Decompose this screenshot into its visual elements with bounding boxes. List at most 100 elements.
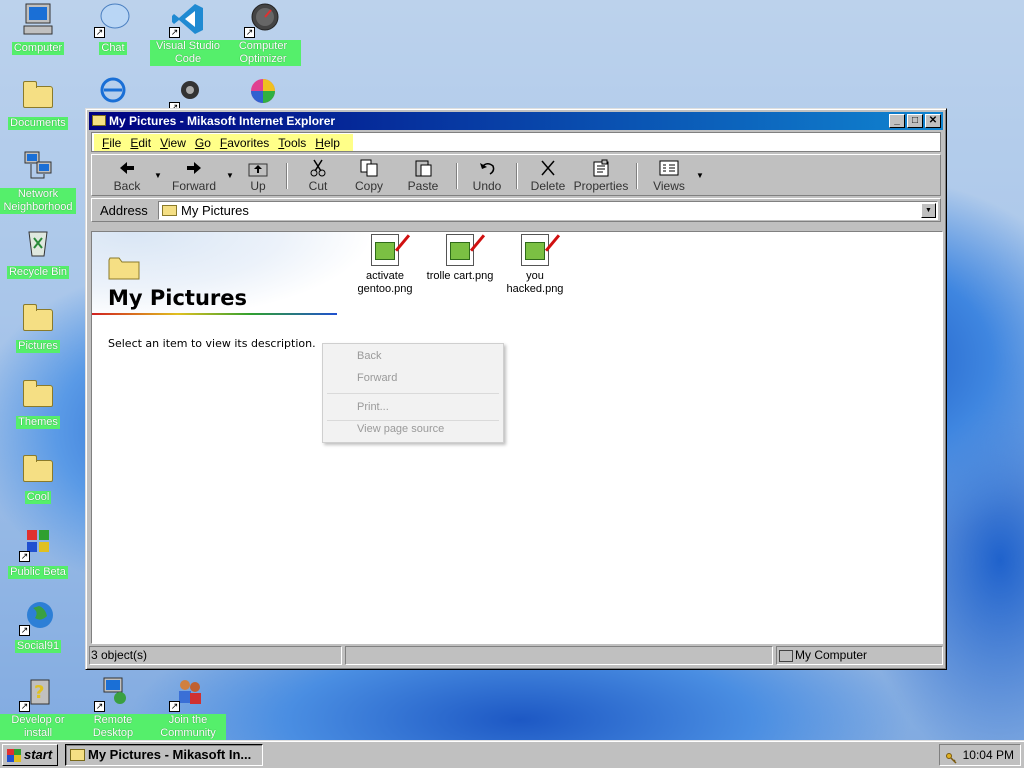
- desktop-icon-computer-optimizer[interactable]: ↗ Computer Optimizer: [225, 2, 301, 66]
- desktop-icon-chat[interactable]: ↗ Chat: [75, 2, 151, 55]
- back-arrow-icon: [117, 159, 137, 177]
- address-dropdown-button[interactable]: ▼: [921, 203, 936, 218]
- desktop-icon-remote-desktop[interactable]: ↗ Remote Desktop: [75, 676, 151, 740]
- back-button[interactable]: Back: [102, 155, 152, 195]
- browser-e-icon: [96, 77, 130, 111]
- delete-x-icon: [538, 159, 558, 177]
- desktop-icon-community[interactable]: ↗ Join the Community: [150, 676, 226, 740]
- shortcut-arrow-icon: ↗: [244, 27, 255, 38]
- paste-button[interactable]: Paste: [396, 155, 450, 195]
- folder-icon: [162, 205, 177, 216]
- start-button[interactable]: start: [2, 744, 58, 766]
- views-button[interactable]: Views: [644, 155, 694, 195]
- system-tray: 10:04 PM: [939, 744, 1021, 766]
- image-file-icon: [371, 234, 411, 266]
- forward-button[interactable]: Forward: [164, 155, 224, 195]
- delete-button[interactable]: Delete: [524, 155, 572, 195]
- desktop-icon-label: Computer Optimizer: [225, 40, 301, 66]
- menu-favorites[interactable]: Favorites: [220, 136, 269, 150]
- desktop-icon-themes[interactable]: Themes: [0, 376, 76, 429]
- menu-view[interactable]: View: [160, 136, 186, 150]
- recycle-bin-icon: [21, 226, 55, 260]
- develop-icon: ? ↗: [19, 676, 55, 712]
- maximize-button[interactable]: □: [907, 114, 923, 128]
- menu-file[interactable]: File: [102, 136, 121, 150]
- desktop-icon-pictures[interactable]: Pictures: [0, 300, 76, 353]
- desktop-icon-label: Visual Studio Code: [150, 40, 226, 66]
- desktop-icon-computer[interactable]: Computer: [0, 2, 76, 55]
- menu-help[interactable]: Help: [315, 136, 340, 150]
- key-icon[interactable]: [946, 750, 957, 764]
- menu-edit[interactable]: Edit: [130, 136, 151, 150]
- computer-icon: [779, 650, 793, 662]
- up-button[interactable]: Up: [236, 155, 280, 195]
- file-item-trolle-cart[interactable]: trolle cart.png: [420, 234, 500, 283]
- svg-text:?: ?: [34, 682, 44, 703]
- status-object-count: 3 object(s): [89, 646, 342, 665]
- desktop-icon-public-beta[interactable]: ↗ Public Beta: [0, 526, 76, 579]
- menu-go[interactable]: Go: [195, 136, 211, 150]
- desktop-icon-documents[interactable]: Documents: [0, 77, 76, 130]
- desktop-icon-label: Pictures: [16, 340, 60, 353]
- folder-icon: [70, 749, 85, 761]
- desktop-icon-label: Network Neighborhood: [0, 188, 76, 214]
- context-menu-back[interactable]: Back: [357, 350, 381, 362]
- shortcut-arrow-icon: ↗: [19, 625, 30, 636]
- toolbar-separator: [286, 163, 288, 189]
- explorer-window: My Pictures - Mikasoft Internet Explorer…: [85, 108, 947, 670]
- desktop-icon-develop[interactable]: ? ↗ Develop or install: [0, 676, 76, 740]
- desktop-icon-cool[interactable]: Cool: [0, 451, 76, 504]
- properties-button[interactable]: Properties: [572, 155, 630, 195]
- taskbar-item-my-pictures[interactable]: My Pictures - Mikasoft In...: [65, 744, 263, 766]
- forward-dropdown-button[interactable]: ▼: [224, 155, 236, 195]
- window-title: My Pictures - Mikasoft Internet Explorer: [109, 114, 336, 128]
- title-bar[interactable]: My Pictures - Mikasoft Internet Explorer…: [89, 112, 943, 130]
- desktop-icon-label: Social91: [14, 640, 62, 653]
- folder-content[interactable]: My Pictures Select an item to view its d…: [91, 231, 943, 644]
- desktop-icon-vscode[interactable]: ↗ Visual Studio Code: [150, 2, 226, 66]
- desktop-icon-network[interactable]: Network Neighborhood: [0, 150, 76, 214]
- clock[interactable]: 10:04 PM: [963, 748, 1014, 762]
- toolbar-separator: [636, 163, 638, 189]
- image-file-icon: [521, 234, 561, 266]
- close-button[interactable]: ✕: [925, 114, 941, 128]
- toolbar-separator: [516, 163, 518, 189]
- context-menu-separator: [327, 420, 499, 421]
- file-item-activate-gentoo[interactable]: activate gentoo.png: [345, 234, 425, 296]
- address-value: My Pictures: [181, 203, 249, 218]
- minimize-button[interactable]: _: [889, 114, 905, 128]
- cut-button[interactable]: Cut: [294, 155, 342, 195]
- context-menu-view-source[interactable]: View page source: [357, 423, 444, 435]
- folder-icon: [21, 376, 55, 410]
- desktop-icon-label: Develop or install: [0, 714, 76, 740]
- taskbar: start My Pictures - Mikasoft In... 10:04…: [0, 740, 1024, 768]
- desktop-icon-label: Recycle Bin: [6, 266, 70, 279]
- context-menu-print[interactable]: Print...: [357, 401, 389, 413]
- file-name: activate gentoo.png: [357, 270, 413, 295]
- desktop-icon-label: Computer: [11, 42, 65, 55]
- status-location: My Computer: [776, 646, 943, 665]
- shortcut-arrow-icon: ↗: [94, 701, 105, 712]
- file-item-you-hacked[interactable]: you hacked.png: [495, 234, 575, 296]
- shortcut-arrow-icon: ↗: [19, 701, 30, 712]
- desktop-icon-label: Chat: [99, 42, 127, 55]
- menu-tools[interactable]: Tools: [278, 136, 306, 150]
- sidebar-divider: [92, 313, 337, 315]
- file-name: you hacked.png: [506, 270, 564, 295]
- copy-button[interactable]: Copy: [342, 155, 396, 195]
- context-menu-forward[interactable]: Forward: [357, 372, 397, 384]
- back-dropdown-button[interactable]: ▼: [152, 155, 164, 195]
- address-input[interactable]: My Pictures ▼: [158, 201, 938, 220]
- computer-icon: [21, 2, 55, 36]
- desktop-icon-recycle-bin[interactable]: Recycle Bin: [0, 226, 76, 279]
- menu-bar: File Edit View Go Favorites Tools Help: [91, 132, 941, 152]
- undo-icon: [477, 159, 497, 177]
- views-icon: [659, 159, 679, 177]
- address-label: Address: [100, 203, 148, 218]
- undo-button[interactable]: Undo: [464, 155, 510, 195]
- views-dropdown-button[interactable]: ▼: [694, 155, 706, 195]
- shortcut-arrow-icon: ↗: [94, 27, 105, 38]
- forward-arrow-icon: [184, 159, 204, 177]
- folder-icon: [108, 254, 140, 280]
- desktop-icon-social91[interactable]: ↗ Social91: [0, 600, 76, 653]
